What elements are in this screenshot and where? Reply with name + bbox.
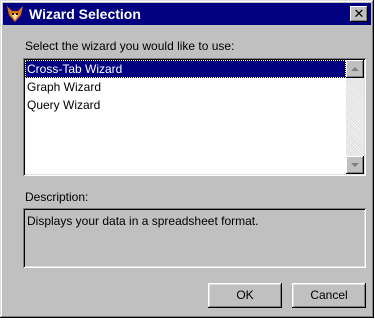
list-item-query-wizard[interactable]: Query Wizard bbox=[25, 96, 346, 114]
fox-icon bbox=[6, 5, 24, 23]
vertical-scrollbar[interactable] bbox=[346, 60, 364, 174]
title-bar[interactable]: Wizard Selection ✕ bbox=[3, 3, 371, 25]
close-button[interactable]: ✕ bbox=[350, 6, 368, 22]
scroll-down-button[interactable] bbox=[346, 156, 364, 174]
scroll-up-button[interactable] bbox=[346, 60, 364, 78]
description-box: Displays your data in a spreadsheet form… bbox=[23, 208, 366, 268]
wizard-list: Cross-Tab Wizard Graph Wizard Query Wiza… bbox=[25, 60, 346, 114]
close-icon: ✕ bbox=[353, 6, 365, 21]
description-text: Displays your data in a spreadsheet form… bbox=[27, 214, 259, 228]
cancel-button[interactable]: Cancel bbox=[292, 283, 366, 308]
list-item-cross-tab-wizard[interactable]: Cross-Tab Wizard bbox=[25, 60, 346, 78]
description-label: Description: bbox=[25, 190, 89, 204]
dialog-title: Wizard Selection bbox=[29, 6, 141, 22]
list-item-graph-wizard[interactable]: Graph Wizard bbox=[25, 78, 346, 96]
wizard-prompt-label: Select the wizard you would like to use: bbox=[25, 39, 235, 53]
arrow-down-icon bbox=[351, 163, 359, 167]
wizard-selection-dialog: Wizard Selection ✕ Select the wizard you… bbox=[0, 0, 374, 318]
ok-button[interactable]: OK bbox=[208, 283, 282, 308]
wizard-listbox[interactable]: Cross-Tab Wizard Graph Wizard Query Wiza… bbox=[23, 58, 366, 176]
arrow-up-icon bbox=[351, 67, 359, 71]
